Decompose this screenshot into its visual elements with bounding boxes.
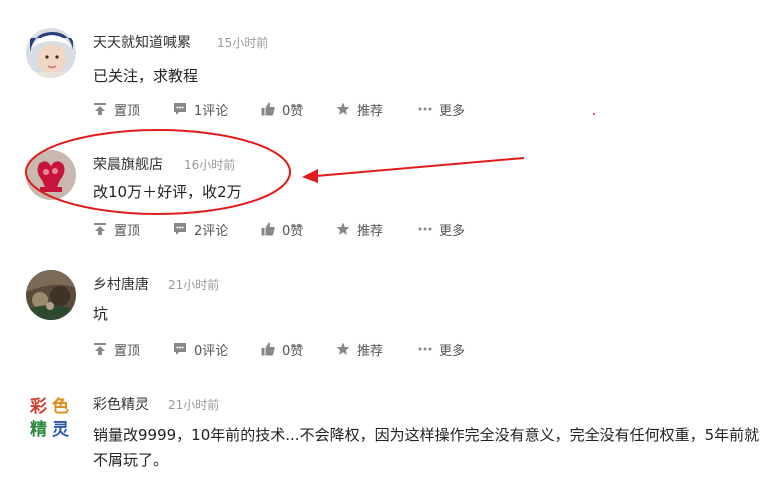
comment-bubble-icon — [174, 223, 186, 235]
more-dots-icon — [418, 227, 432, 231]
pin-top-button[interactable]: 置顶 — [93, 220, 173, 239]
comment-text: 销量改9999，10年前的技术...不会降权，因为这样操作完全没有意义，完全没有… — [93, 426, 760, 469]
like-count-label: 0赞 — [282, 223, 304, 239]
star-icon — [336, 102, 350, 115]
more-button[interactable]: 更多 — [418, 340, 465, 359]
comment-time: 21小时前 — [168, 398, 220, 412]
annotation-arrow-line — [315, 157, 525, 177]
avatar[interactable] — [26, 28, 76, 78]
more-button[interactable]: 更多 — [418, 220, 465, 239]
more-label: 更多 — [439, 343, 466, 359]
username[interactable]: 荣晨旗舰店 — [93, 154, 163, 174]
comment-count-button[interactable]: 1评论 — [173, 100, 261, 119]
recommend-label: 推荐 — [357, 103, 384, 119]
pin-top-icon — [94, 343, 106, 355]
comment-time: 21小时前 — [168, 278, 220, 292]
avatar-logo-char: 彩 — [30, 397, 47, 417]
like-button[interactable]: 0赞 — [261, 340, 336, 359]
comment-actions: 置顶 1评论 0赞 推荐 更多 — [93, 100, 465, 119]
annotation-dot — [593, 113, 595, 115]
pin-top-button[interactable]: 置顶 — [93, 100, 173, 119]
pin-top-label: 置顶 — [114, 223, 141, 239]
pin-top-icon — [94, 103, 106, 115]
recommend-button[interactable]: 推荐 — [336, 220, 418, 239]
recommend-label: 推荐 — [357, 223, 384, 239]
like-count-label: 0赞 — [282, 103, 304, 119]
comment-count-label: 0评论 — [194, 343, 229, 359]
like-count-label: 0赞 — [282, 343, 304, 359]
avatar[interactable]: 彩 色 精 灵 — [26, 390, 76, 440]
star-icon — [336, 342, 350, 355]
username[interactable]: 乡村唐唐 — [93, 274, 149, 294]
thumbs-up-icon — [261, 222, 275, 236]
more-label: 更多 — [439, 103, 466, 119]
pin-top-label: 置顶 — [114, 103, 141, 119]
username[interactable]: 彩色精灵 — [93, 394, 149, 414]
thumbs-up-icon — [261, 102, 275, 116]
username[interactable]: 天天就知道喊累 — [93, 32, 191, 52]
recommend-button[interactable]: 推荐 — [336, 340, 418, 359]
thumbs-up-icon — [261, 342, 275, 356]
like-button[interactable]: 0赞 — [261, 100, 336, 119]
avatar-logo-char: 灵 — [52, 420, 69, 440]
pin-top-icon — [94, 223, 106, 235]
avatar[interactable] — [26, 150, 76, 200]
comment-time: 15小时前 — [217, 36, 269, 50]
pin-top-button[interactable]: 置顶 — [93, 340, 173, 359]
comment-count-button[interactable]: 0评论 — [173, 340, 261, 359]
avatar-logo-char: 色 — [52, 397, 69, 417]
comment-count-label: 1评论 — [194, 103, 229, 119]
more-dots-icon — [418, 107, 432, 111]
recommend-button[interactable]: 推荐 — [336, 100, 418, 119]
comment-count-label: 2评论 — [194, 223, 229, 239]
recommend-label: 推荐 — [357, 343, 384, 359]
comment-bubble-icon — [174, 343, 186, 355]
avatar-logo-char: 精 — [30, 420, 47, 440]
comment-count-button[interactable]: 2评论 — [173, 220, 261, 239]
more-button[interactable]: 更多 — [418, 100, 465, 119]
more-label: 更多 — [439, 223, 466, 239]
star-icon — [336, 222, 350, 235]
pin-top-label: 置顶 — [114, 343, 141, 359]
comment-text: 已关注，求教程 — [93, 67, 199, 85]
avatar[interactable] — [26, 270, 76, 320]
more-dots-icon — [418, 347, 432, 351]
comment-text: 坑 — [93, 305, 109, 323]
comment-bubble-icon — [174, 103, 186, 115]
comment-text: 改10万＋好评，收2万 — [93, 183, 242, 201]
comment-actions: 置顶 2评论 0赞 推荐 更多 — [93, 220, 465, 239]
comment-time: 16小时前 — [184, 158, 236, 172]
comment-actions: 置顶 0评论 0赞 推荐 更多 — [93, 340, 465, 359]
like-button[interactable]: 0赞 — [261, 220, 336, 239]
